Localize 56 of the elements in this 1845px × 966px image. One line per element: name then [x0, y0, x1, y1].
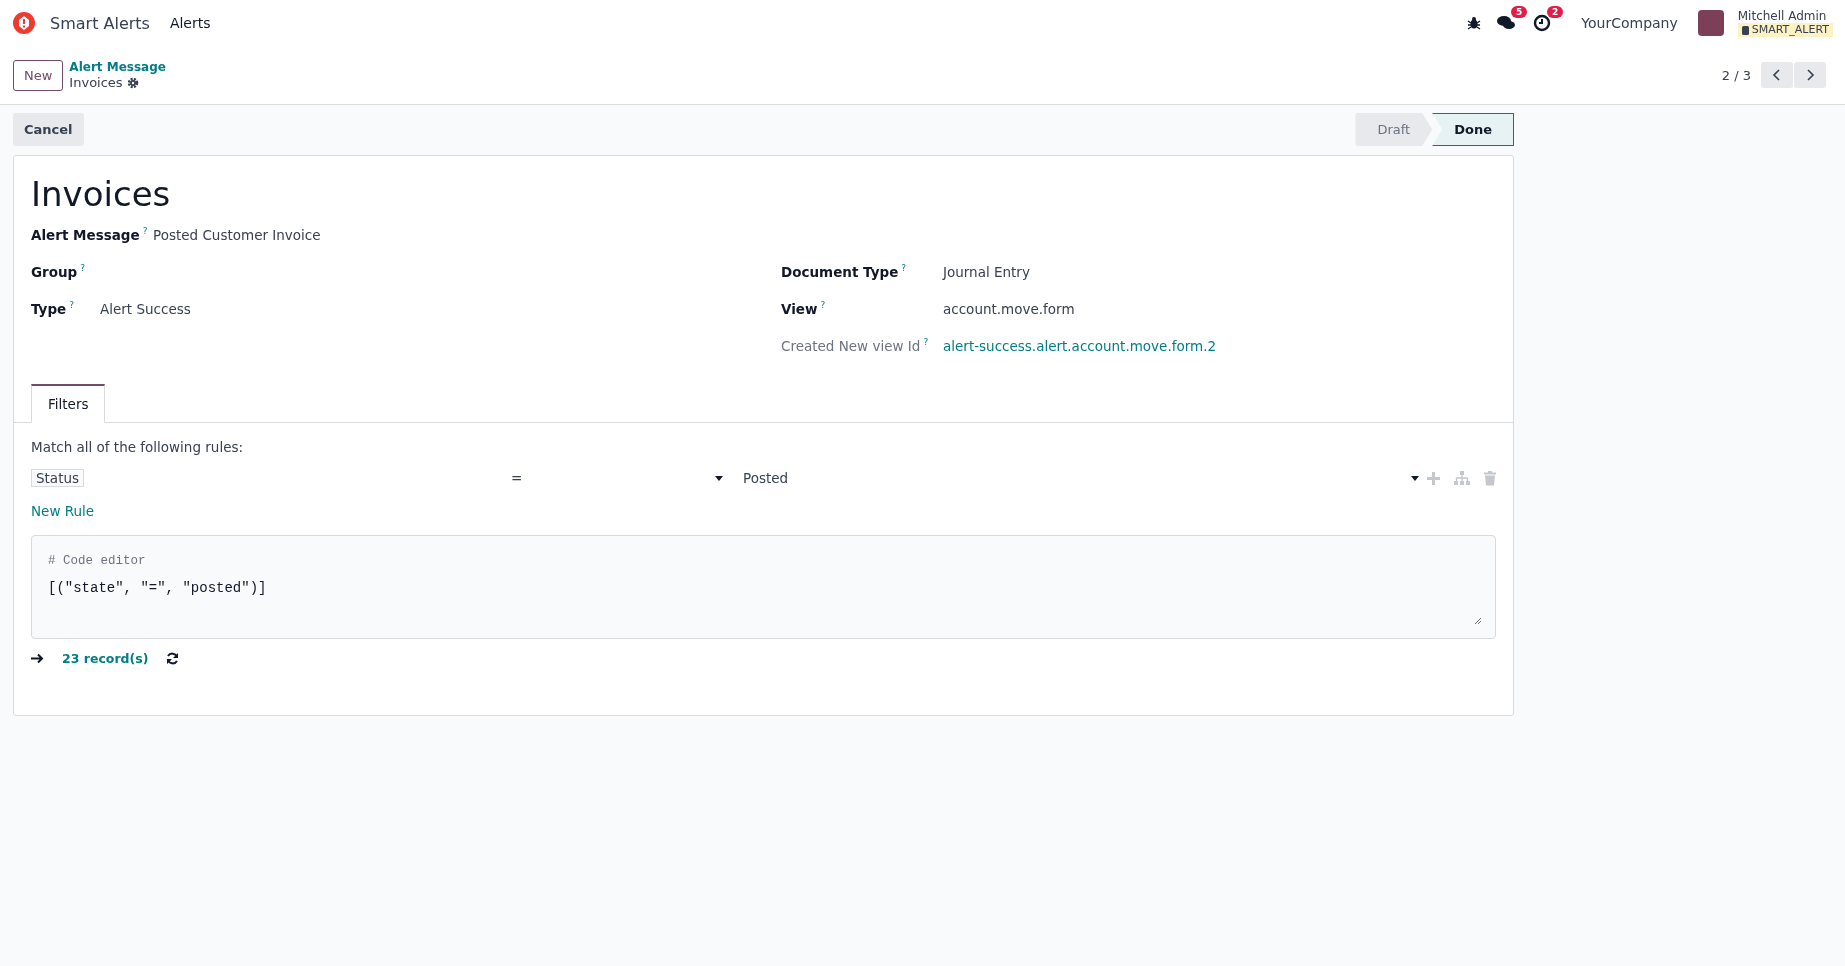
field-label: Alert Message: [31, 226, 140, 243]
database-tag: SMART_ALERT: [1737, 23, 1833, 37]
help-mark[interactable]: ?: [142, 226, 148, 236]
caret-icon[interactable]: [1411, 475, 1419, 481]
resize-handle-icon[interactable]: [1473, 616, 1481, 624]
database-icon: [1741, 25, 1749, 35]
rule-value[interactable]: Posted: [743, 470, 789, 486]
caret-icon[interactable]: [715, 475, 723, 481]
activity-count-badge: 2: [1547, 6, 1564, 18]
refresh-icon[interactable]: [166, 652, 180, 665]
code-editor[interactable]: # Code editor [("state", "=", "posted")]: [31, 535, 1496, 639]
arrow-right-icon: [31, 653, 44, 664]
field-label: Type: [31, 300, 67, 317]
tab[interactable]: Filters: [31, 384, 106, 423]
bug-icon[interactable]: [1467, 16, 1482, 30]
help-mark[interactable]: ?: [80, 263, 86, 273]
field-link[interactable]: alert-success.alert.account.move.form.2: [943, 337, 1217, 354]
filter-intro: Match all of the following rules:: [31, 439, 244, 455]
help-mark[interactable]: ?: [69, 300, 74, 310]
menu-item[interactable]: Alerts: [169, 15, 211, 31]
record-count-link[interactable]: 23 record(s): [62, 651, 149, 666]
field-value: account.move.form: [943, 300, 1075, 317]
next-button[interactable]: [1794, 62, 1826, 88]
new-button[interactable]: New: [13, 59, 64, 91]
field-value: Journal Entry: [943, 263, 1030, 280]
chevron-right-icon: [1805, 69, 1815, 81]
chat-icon[interactable]: [1497, 15, 1516, 31]
app-name: Smart Alerts: [50, 13, 150, 33]
field-label: Group: [31, 263, 78, 280]
previous-button[interactable]: [1761, 62, 1793, 88]
avatar[interactable]: [1697, 10, 1724, 36]
message-count-badge: 5: [1511, 6, 1528, 18]
help-mark[interactable]: ?: [820, 300, 826, 310]
logo-icon[interactable]: [12, 11, 36, 35]
record-title: Invoices: [69, 75, 123, 91]
rule-field[interactable]: Status: [31, 469, 85, 487]
pager-value: 2 / 3: [1721, 67, 1751, 83]
rule-operator[interactable]: =: [511, 470, 523, 486]
field-value: Alert Success: [100, 300, 191, 317]
company-name[interactable]: YourCompany: [1581, 15, 1678, 31]
field-value: Posted Customer Invoice: [153, 226, 321, 243]
new-rule-link[interactable]: New Rule: [31, 503, 95, 519]
status-step[interactable]: Draft: [1355, 113, 1433, 146]
chevron-left-icon: [1772, 69, 1782, 81]
status-step[interactable]: Done: [1432, 113, 1514, 146]
breadcrumb-link[interactable]: Alert Message: [69, 59, 166, 75]
clock-icon[interactable]: [1533, 14, 1552, 32]
gear-icon[interactable]: [126, 77, 139, 89]
help-mark[interactable]: ?: [923, 337, 929, 347]
field-label: View: [781, 300, 818, 317]
help-mark[interactable]: ?: [901, 263, 907, 273]
record-title: Invoices: [31, 174, 172, 214]
user-name: Mitchell Admin: [1737, 9, 1828, 23]
field-label: Created New view Id: [781, 337, 921, 354]
field-label: Document Type: [781, 263, 899, 280]
cancel-button[interactable]: Cancel: [13, 113, 84, 146]
